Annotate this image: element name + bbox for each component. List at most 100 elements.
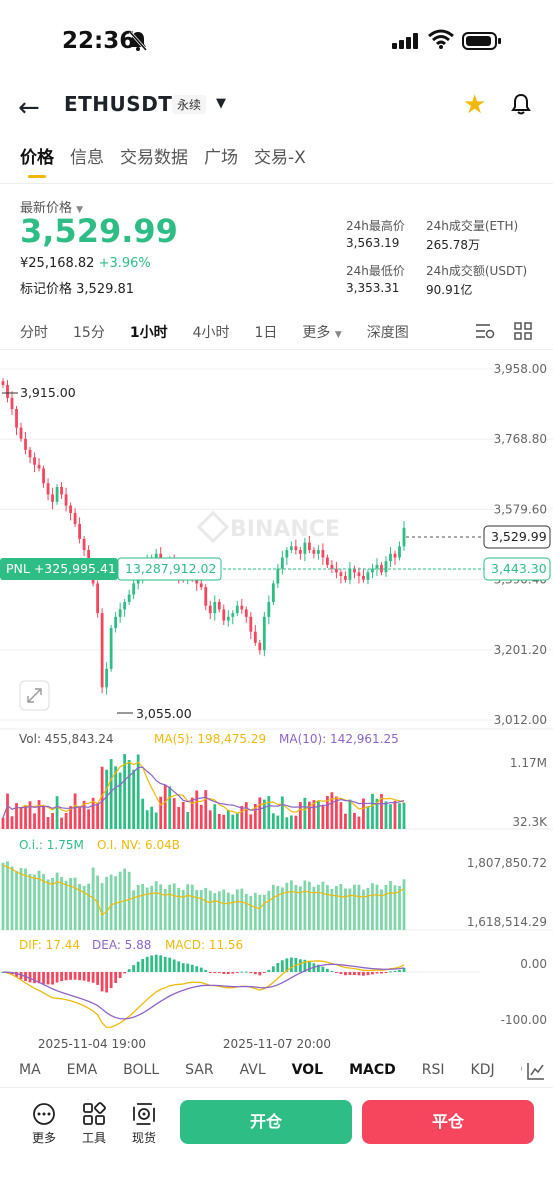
macd-bar <box>204 970 208 972</box>
tab-info[interactable]: 信息 <box>70 143 104 179</box>
candle-body <box>285 550 289 558</box>
candle-body <box>294 546 298 551</box>
open-interest-bar <box>150 885 154 930</box>
macd-bar <box>357 972 361 976</box>
candle-body <box>258 642 262 651</box>
oi-min-tick: 1,618,514.29 <box>467 915 547 929</box>
candle-body <box>46 483 50 495</box>
macd-bar <box>235 972 239 973</box>
candle-body <box>24 438 27 450</box>
macd-bar <box>380 972 383 974</box>
candle-body <box>82 538 86 551</box>
layout-grid-icon[interactable] <box>514 322 532 340</box>
more-label: 更多 <box>31 1131 56 1145</box>
more-action[interactable]: 更多 <box>24 1102 64 1146</box>
candle-body <box>96 583 100 614</box>
candle-body <box>344 576 347 580</box>
candle-body <box>348 568 352 580</box>
macd-bar <box>398 969 401 972</box>
open-interest-bar <box>371 883 374 930</box>
candle-body <box>253 631 257 643</box>
indicator-ema[interactable]: EMA <box>67 1062 98 1078</box>
open-interest-bar <box>24 868 27 930</box>
indicator-rsi[interactable]: RSI <box>422 1062 445 1078</box>
candle-body <box>393 553 397 558</box>
open-interest-bar <box>42 873 45 930</box>
binance-watermark: BINANCE <box>230 517 340 542</box>
volume-bar <box>298 802 302 829</box>
macd-bar <box>190 964 194 972</box>
candle-body <box>402 527 406 547</box>
high-label: 24h最高价 <box>346 219 405 233</box>
open-interest-bar <box>46 879 50 930</box>
open-interest-bar <box>235 889 239 930</box>
favorite-star-icon[interactable]: ★ <box>463 90 486 120</box>
open-interest-bar <box>285 882 289 930</box>
macd-bar <box>348 972 352 975</box>
macd-bar <box>69 972 72 980</box>
indicator-macd[interactable]: MACD <box>349 1062 396 1078</box>
indicator-ma[interactable]: MA <box>19 1062 41 1078</box>
spot-action[interactable]: 现货 <box>124 1102 164 1146</box>
volume-bar <box>42 805 45 829</box>
volume-bar <box>127 760 131 829</box>
candle-body <box>28 449 32 458</box>
volume-bar <box>235 812 239 829</box>
symbol-dropdown-icon[interactable]: ▼ <box>216 96 226 111</box>
indicator-kdj[interactable]: KDJ <box>471 1062 495 1078</box>
candle-body <box>298 550 302 554</box>
tab-trade-x[interactable]: 交易-X <box>254 143 306 179</box>
interval-1d[interactable]: 1日 <box>255 322 278 342</box>
open-interest-bar <box>217 891 221 930</box>
candle-body <box>362 576 365 580</box>
candle-body <box>271 583 275 603</box>
symbol-title[interactable]: ETHUSDT <box>64 92 172 116</box>
open-interest-bar <box>195 890 199 930</box>
candle-body <box>73 512 77 525</box>
volume-bar <box>285 817 289 829</box>
macd-bar <box>114 972 118 983</box>
candle-body <box>280 557 284 569</box>
candle-body <box>326 557 329 565</box>
fullscreen-icon[interactable] <box>19 680 50 711</box>
interval-4h[interactable]: 4小时 <box>193 322 230 342</box>
indicator-chart-icon[interactable] <box>526 1061 546 1081</box>
volume-bar <box>353 812 356 829</box>
interval-15m[interactable]: 15分 <box>73 322 105 342</box>
macd-bar <box>307 961 311 972</box>
tools-action[interactable]: 工具 <box>74 1102 114 1146</box>
volume-bar <box>217 814 221 829</box>
candle-body <box>1 381 5 385</box>
macd-bar <box>51 972 54 985</box>
volume-bar <box>204 790 208 829</box>
volume-bar <box>1 817 5 829</box>
tab-trading-data[interactable]: 交易数据 <box>120 143 188 179</box>
tab-price[interactable]: 价格 <box>20 143 54 179</box>
indicator-sar[interactable]: SAR <box>185 1062 213 1078</box>
close-position-button[interactable]: 平仓 <box>362 1100 534 1144</box>
indicator-settings-area <box>522 1055 553 1085</box>
kline-chart[interactable]: BINANCE 3,958.003,768.803,579.603,390.40… <box>0 350 553 1055</box>
indicator-boll[interactable]: BOLL <box>123 1062 159 1078</box>
macd-bar <box>145 956 149 972</box>
indicator-vol[interactable]: VOL <box>292 1062 323 1078</box>
candle-body <box>222 609 226 621</box>
macd-bar <box>375 972 379 974</box>
macd-bar <box>339 972 343 975</box>
candle-body <box>213 602 217 614</box>
back-arrow-icon[interactable]: ← <box>18 93 40 123</box>
contract-type-badge: 永续 <box>172 95 207 114</box>
price-tick-label: 3,958.00 <box>494 362 547 376</box>
price-change: +3.96% <box>98 256 151 271</box>
chart-settings-icon[interactable] <box>475 322 495 340</box>
interval-1h[interactable]: 1小时 <box>130 322 168 342</box>
interval-more[interactable]: 更多 ▼ <box>302 322 341 342</box>
indicator-avl[interactable]: AVL <box>240 1062 266 1078</box>
vol-label: Vol: 455,843.24 <box>19 732 114 746</box>
tab-square[interactable]: 广场 <box>204 143 238 179</box>
depth-chart-tab[interactable]: 深度图 <box>367 322 409 342</box>
volume-bar <box>321 804 325 829</box>
notification-bell-icon[interactable] <box>510 92 532 116</box>
interval-timeline[interactable]: 分时 <box>20 322 48 342</box>
open-position-button[interactable]: 开仓 <box>180 1100 352 1144</box>
